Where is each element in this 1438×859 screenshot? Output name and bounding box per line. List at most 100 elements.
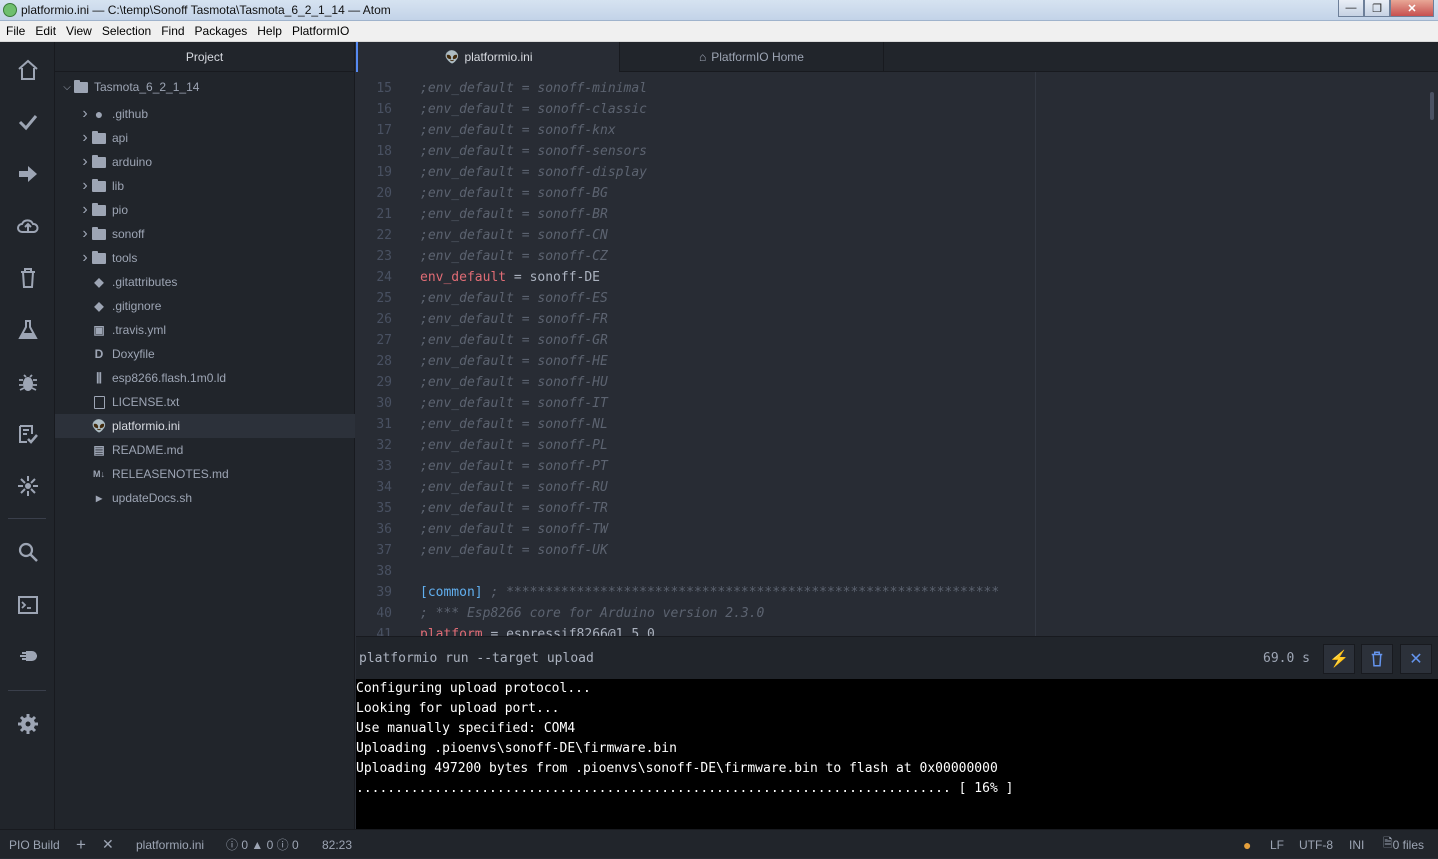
code-line[interactable]: ;env_default = sonoff-IT <box>420 393 608 414</box>
menu-platformio[interactable]: PlatformIO <box>288 24 353 38</box>
code-line[interactable]: ;env_default = sonoff-GR <box>420 330 608 351</box>
pio-build-label[interactable]: PIO Build <box>9 830 60 859</box>
code-line[interactable]: ;env_default = sonoff-minimal <box>420 78 647 99</box>
tree-file-readmemd[interactable]: ▤ README.md <box>55 438 355 462</box>
tree-item-label: .github <box>112 107 149 121</box>
search-icon[interactable] <box>0 534 55 570</box>
window-controls: — ❐ ✕ <box>1338 0 1434 17</box>
tree-folder-pio[interactable]: › pio <box>55 198 355 222</box>
trash-icon[interactable] <box>0 260 55 296</box>
code-line[interactable]: env_default = sonoff-DE <box>420 267 600 288</box>
bug-icon[interactable] <box>0 364 55 400</box>
check-icon[interactable] <box>0 104 55 140</box>
code-line[interactable]: ;env_default = sonoff-NL <box>420 414 608 435</box>
menu-help[interactable]: Help <box>253 24 286 38</box>
terminal-line: Configuring upload protocol... <box>356 681 591 696</box>
maximize-button[interactable]: ❐ <box>1364 0 1390 17</box>
code-line[interactable]: ;env_default = sonoff-CZ <box>420 246 608 267</box>
folder-shape <box>92 178 106 192</box>
tree-folder-api[interactable]: › api <box>55 126 355 150</box>
linter-status[interactable]: ⓘ 0 ▲ 0 ⓘ 0 <box>226 830 299 859</box>
minimize-button[interactable]: — <box>1338 0 1364 17</box>
code-line[interactable]: ;env_default = sonoff-classic <box>420 99 647 120</box>
code-line[interactable]: [common] ; *****************************… <box>420 582 999 603</box>
grammar-selector[interactable]: INI <box>1349 830 1364 859</box>
serial-icon[interactable] <box>0 468 55 504</box>
code-line[interactable]: ;env_default = sonoff-sensors <box>420 141 647 162</box>
git-files-status[interactable]: 🗎 0 files <box>1383 830 1424 859</box>
code-line[interactable]: ;env_default = sonoff-BR <box>420 204 608 225</box>
status-bar: PIO Build + ✕ platformio.ini ⓘ 0 ▲ 0 ⓘ 0… <box>0 829 1438 858</box>
encoding-selector[interactable]: UTF-8 <box>1299 830 1333 859</box>
code-line[interactable]: ;env_default = sonoff-ES <box>420 288 608 309</box>
tree-file-gitattributes[interactable]: ◆ .gitattributes <box>55 270 355 294</box>
tree-file-doxyfile[interactable]: D Doxyfile <box>55 342 355 366</box>
editor-scrollbar[interactable] <box>1430 92 1434 120</box>
plug-icon[interactable] <box>0 638 55 674</box>
add-terminal-icon[interactable]: + <box>76 830 86 859</box>
tree-folder-arduino[interactable]: › arduino <box>55 150 355 174</box>
home-icon[interactable] <box>0 52 55 88</box>
gear-icon[interactable] <box>0 706 55 742</box>
build-output-terminal[interactable]: Configuring upload protocol... Looking f… <box>356 679 1438 829</box>
menu-selection[interactable]: Selection <box>98 24 155 38</box>
terminal-line: ........................................… <box>356 781 1014 796</box>
tree-folder-github[interactable]: › ● .github <box>55 102 355 126</box>
code-line[interactable]: ;env_default = sonoff-BG <box>420 183 608 204</box>
code-line[interactable]: ;env_default = sonoff-CN <box>420 225 608 246</box>
menu-edit[interactable]: Edit <box>31 24 60 38</box>
line-number: 28 <box>376 354 392 369</box>
tree-folder-tools[interactable]: › tools <box>55 246 355 270</box>
checklist-icon[interactable] <box>0 416 55 452</box>
tree-file-platformioini[interactable]: 👽 platformio.ini <box>55 414 355 438</box>
terminal-icon[interactable] <box>0 587 55 623</box>
tree-file-travisyml[interactable]: ▣ .travis.yml <box>55 318 355 342</box>
cursor-position[interactable]: 82:23 <box>322 830 352 859</box>
flask-icon[interactable] <box>0 312 55 348</box>
menu-packages[interactable]: Packages <box>191 24 252 38</box>
code-comment: ;env_default = sonoff-GR <box>420 333 608 348</box>
line-ending-selector[interactable]: LF <box>1270 830 1284 859</box>
close-terminal-icon[interactable]: ✕ <box>102 830 114 859</box>
code-line[interactable]: ;env_default = sonoff-knx <box>420 120 616 141</box>
arrow-right-icon[interactable] <box>0 156 55 192</box>
code-line[interactable]: platform = espressif8266@1.5.0 <box>420 624 655 636</box>
code-comment: ;env_default = sonoff-PL <box>420 438 608 453</box>
code-editor[interactable]: 15 ;env_default = sonoff-minimal 16 ;env_de… <box>356 72 1438 636</box>
code-line[interactable]: ;env_default = sonoff-RU <box>420 477 608 498</box>
code-line[interactable]: ;env_default = sonoff-FR <box>420 309 608 330</box>
tab-platformio-ini[interactable]: 👽 platformio.ini <box>356 42 620 72</box>
code-line[interactable]: ;env_default = sonoff-UK <box>420 540 608 561</box>
tree-file-releasenotesmd[interactable]: M↓ RELEASENOTES.md <box>55 462 355 486</box>
tree-root-folder[interactable]: ⌵ Tasmota_6_2_1_14 <box>55 75 355 99</box>
build-clear-button[interactable] <box>1361 644 1393 674</box>
build-close-button[interactable]: ✕ <box>1400 644 1432 674</box>
tree-folder-sonoff[interactable]: › sonoff <box>55 222 355 246</box>
code-comment: ;env_default = sonoff-classic <box>420 102 647 117</box>
tree-file-esp8266flash1m0ld[interactable]: ⫼ esp8266.flash.1m0.ld <box>55 366 355 390</box>
build-trigger-button[interactable]: ⚡ <box>1323 644 1355 674</box>
code-line[interactable]: ;env_default = sonoff-PT <box>420 456 608 477</box>
code-line[interactable]: ;env_default = sonoff-HU <box>420 372 608 393</box>
code-line[interactable]: ;env_default = sonoff-display <box>420 162 647 183</box>
code-line[interactable]: ;env_default = sonoff-HE <box>420 351 608 372</box>
line-number: 24 <box>376 270 392 285</box>
tree-file-licensetxt[interactable]: LICENSE.txt <box>55 390 355 414</box>
menu-view[interactable]: View <box>62 24 96 38</box>
code-comment: ;env_default = sonoff-CN <box>420 228 608 243</box>
code-line[interactable]: ;env_default = sonoff-TW <box>420 519 608 540</box>
menu-find[interactable]: Find <box>157 24 188 38</box>
menu-file[interactable]: File <box>2 24 29 38</box>
close-window-button[interactable]: ✕ <box>1390 0 1434 17</box>
code-line[interactable]: ;env_default = sonoff-TR <box>420 498 608 519</box>
code-section: [common] <box>420 585 483 600</box>
tree-file-updatedocssh[interactable]: ▸ updateDocs.sh <box>55 486 355 510</box>
code-line[interactable]: ; *** Esp8266 core for Arduino version 2… <box>420 603 764 624</box>
tree-item-label: lib <box>112 179 125 193</box>
code-line[interactable]: ;env_default = sonoff-PL <box>420 435 608 456</box>
cloud-upload-icon[interactable] <box>0 208 55 244</box>
status-current-file[interactable]: platformio.ini <box>136 830 204 859</box>
tree-file-gitignore[interactable]: ◆ .gitignore <box>55 294 355 318</box>
tree-folder-lib[interactable]: › lib <box>55 174 355 198</box>
tab-platformio-home[interactable]: ⌂ PlatformIO Home <box>620 42 884 72</box>
